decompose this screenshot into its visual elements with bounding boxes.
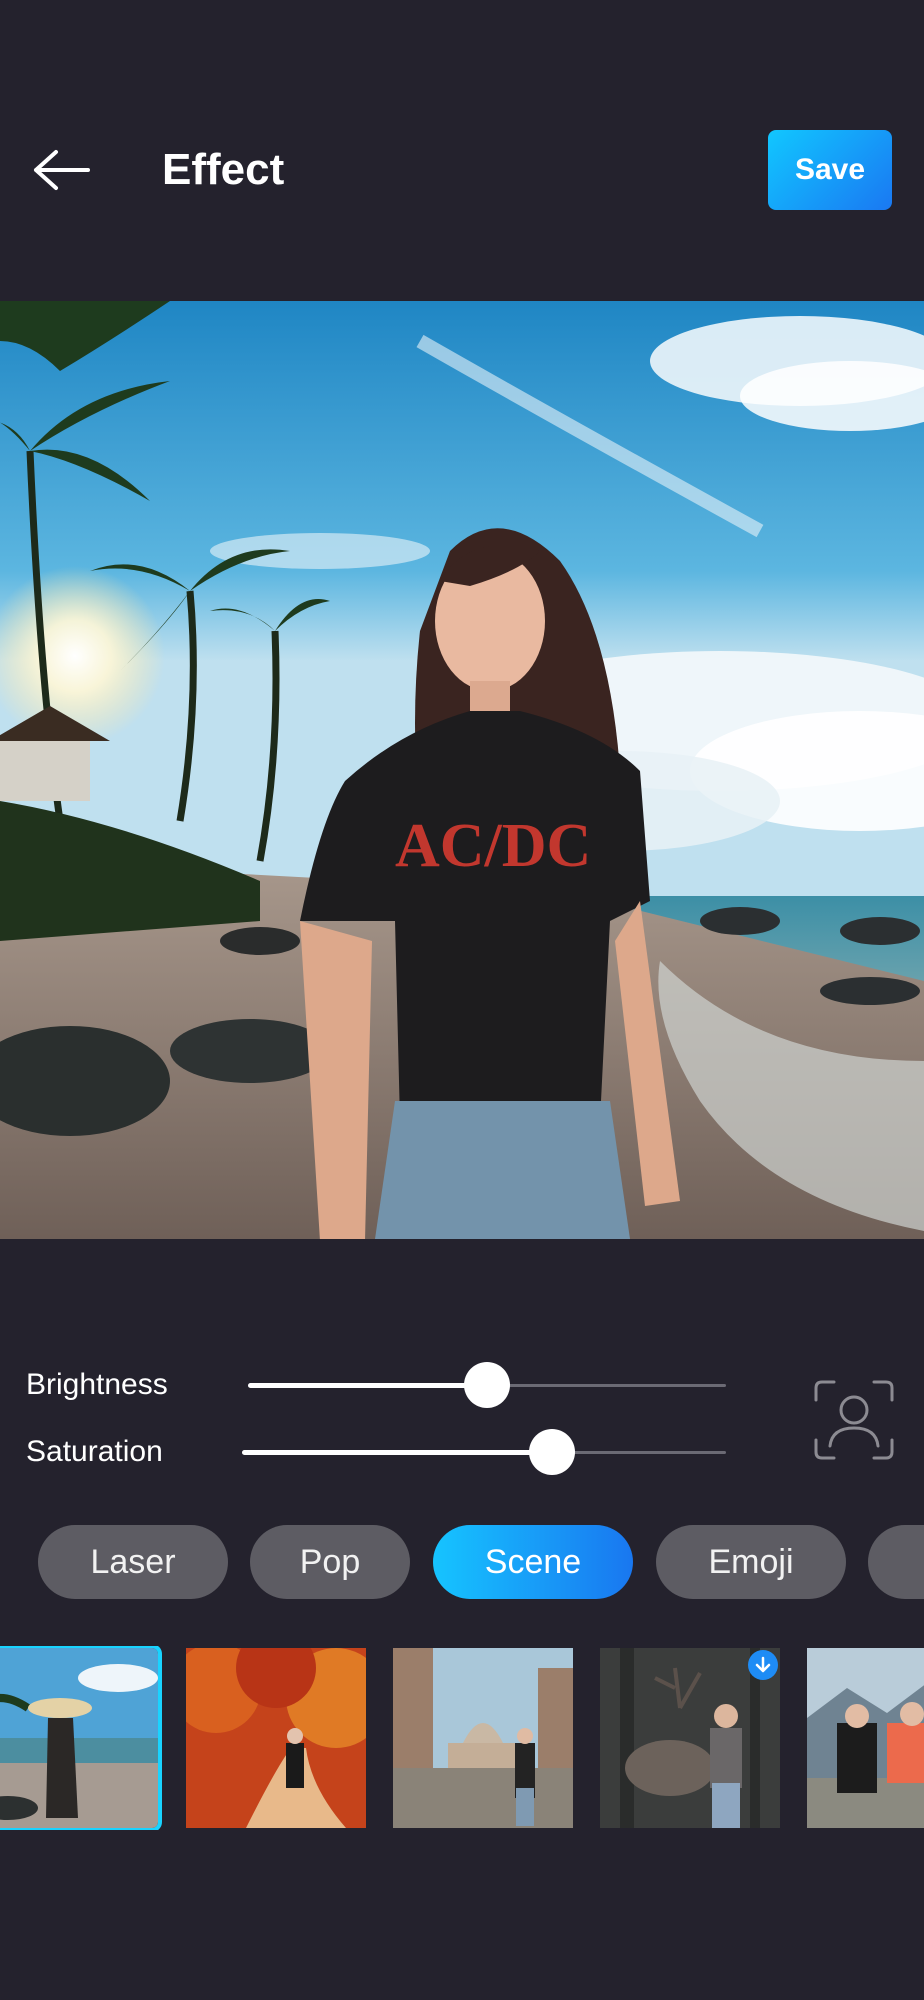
save-button[interactable]: Save: [768, 130, 892, 210]
svg-text:AC/DC: AC/DC: [395, 812, 591, 880]
brightness-slider[interactable]: [248, 1362, 726, 1408]
photo-canvas[interactable]: AC/DC: [0, 301, 924, 1239]
saturation-label: Saturation: [26, 1435, 163, 1468]
tab-pop[interactable]: Pop: [250, 1525, 410, 1599]
scene-thumbnail-strip: [0, 1646, 924, 1830]
scene-thumb-beach[interactable]: [0, 1646, 162, 1830]
saturation-slider-fill: [242, 1450, 552, 1455]
scene-thumb-deer-forest[interactable]: [600, 1648, 780, 1828]
person-select-icon: [814, 1380, 894, 1460]
adjustment-panel: Brightness Saturation: [0, 1340, 924, 1490]
saturation-slider[interactable]: [242, 1429, 726, 1475]
person-select-button[interactable]: [812, 1378, 896, 1462]
tab-laser[interactable]: Laser: [38, 1525, 228, 1599]
scene-thumb-autumn-park[interactable]: [186, 1648, 366, 1828]
back-button[interactable]: [30, 140, 94, 200]
effect-category-tabs: Laser Pop Scene Emoji: [0, 1522, 924, 1602]
brightness-slider-thumb[interactable]: [464, 1362, 510, 1408]
saturation-slider-thumb[interactable]: [528, 1429, 575, 1475]
brightness-slider-fill: [248, 1383, 487, 1388]
tab-emoji[interactable]: Emoji: [656, 1525, 846, 1599]
tab-more[interactable]: [868, 1525, 924, 1599]
top-bar: Effect Save: [0, 0, 924, 300]
back-arrow-icon: [34, 150, 90, 190]
download-icon: [755, 1656, 771, 1673]
brightness-label: Brightness: [26, 1368, 168, 1401]
scene-thumb-mountain-couple[interactable]: [807, 1648, 924, 1828]
scene-thumb-vatican-plaza[interactable]: [393, 1648, 573, 1828]
download-badge[interactable]: [748, 1650, 778, 1680]
beach-scene-photo: AC/DC: [0, 301, 924, 1239]
tab-scene[interactable]: Scene: [433, 1525, 633, 1599]
page-title: Effect: [162, 145, 285, 194]
